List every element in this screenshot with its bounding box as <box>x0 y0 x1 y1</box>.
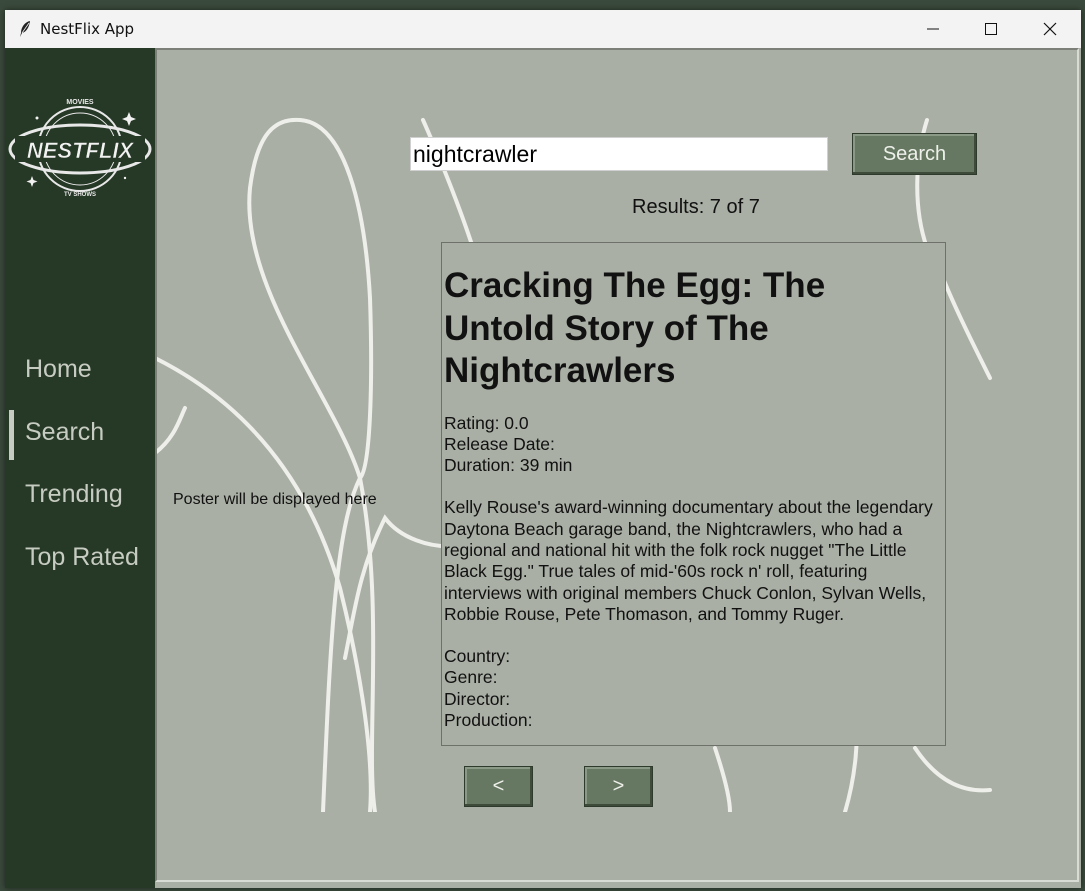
search-input[interactable] <box>410 137 828 171</box>
nav-search[interactable]: Search <box>25 418 104 447</box>
active-nav-indicator <box>9 410 14 460</box>
feather-icon <box>20 21 30 37</box>
production: Production: <box>444 710 533 731</box>
results-count: Results: 7 of 7 <box>632 196 760 218</box>
nav-trending[interactable]: Trending <box>25 480 123 509</box>
rating: Rating: 0.0 <box>444 412 529 433</box>
app-content: NESTFLIX MOVIES TV SHOWS Home Search Tre… <box>5 48 1081 888</box>
movie-extra-meta: Country: Genre: Director: Production: <box>444 646 945 731</box>
duration: Duration: 39 min <box>444 455 573 476</box>
nav-top-rated[interactable]: Top Rated <box>25 543 139 572</box>
country: Country: <box>444 646 511 667</box>
next-result-button[interactable]: > <box>584 766 653 807</box>
maximize-button[interactable] <box>962 10 1020 48</box>
svg-text:NESTFLIX: NESTFLIX <box>27 138 135 163</box>
movie-description: Kelly Rouse's award-winning documentary … <box>444 497 933 624</box>
director: Director: <box>444 688 511 709</box>
movie-meta: Rating: 0.0 Release Date: Duration: 39 m… <box>444 413 945 477</box>
previous-result-button[interactable]: < <box>464 766 533 807</box>
search-button[interactable]: Search <box>852 133 977 175</box>
close-icon <box>1043 22 1057 36</box>
maximize-icon <box>985 23 997 35</box>
release-date: Release Date: <box>444 433 555 454</box>
svg-text:MOVIES: MOVIES <box>66 99 94 106</box>
nav-home[interactable]: Home <box>25 355 92 384</box>
minimize-button[interactable] <box>904 10 962 48</box>
svg-text:TV SHOWS: TV SHOWS <box>64 192 96 198</box>
movie-detail-panel[interactable]: Cracking The Egg: The Untold Story of Th… <box>441 242 946 746</box>
app-window: NestFlix App NESTFLIX MOVIES TV SHOWS Ho… <box>5 10 1081 888</box>
nestflix-logo: NESTFLIX MOVIES TV SHOWS <box>8 99 152 198</box>
movie-title: Cracking The Egg: The Untold Story of Th… <box>444 266 826 390</box>
genre: Genre: <box>444 667 498 688</box>
minimize-icon <box>927 28 939 30</box>
sidebar: NESTFLIX MOVIES TV SHOWS Home Search Tre… <box>5 48 155 888</box>
close-button[interactable] <box>1021 10 1079 48</box>
window-title: NestFlix App <box>40 20 135 38</box>
poster-placeholder: Poster will be displayed here <box>173 491 377 508</box>
title-bar[interactable]: NestFlix App <box>5 10 1081 48</box>
